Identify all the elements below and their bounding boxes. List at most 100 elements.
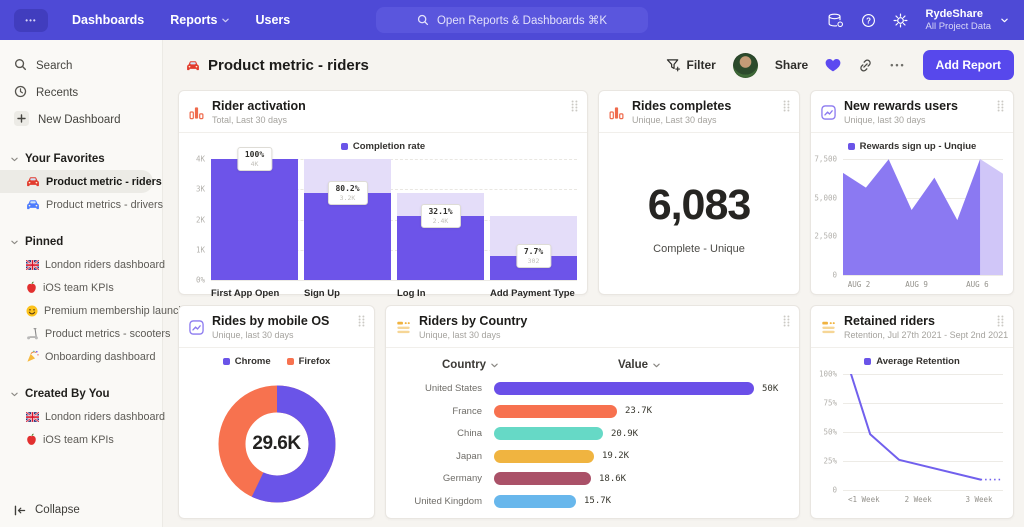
card-subtitle: Unique, last 30 days [212,330,294,340]
copy-link-icon[interactable] [858,58,873,73]
sidebar-item-product-metrics-scooters[interactable]: Product metrics - scooters [0,322,170,345]
legend-item: Firefox [286,356,330,367]
big-number: 6,083 [647,181,752,229]
collapse-icon [14,505,26,516]
country-value: 19.2K [602,451,630,461]
funnel-step-bar[interactable]: 100% 4K [211,147,298,280]
funnel-value-bar [304,192,391,280]
filter-label: Filter [686,58,716,72]
chevron-down-icon [11,392,18,397]
heart-icon [825,58,841,72]
menu-item-dashboards[interactable]: Dashboards [72,13,144,27]
sidebar-item-ios-team-kpis[interactable]: iOS team KPIs [0,276,162,299]
drag-handle-icon[interactable] [997,100,1004,112]
sidebar-new-dashboard[interactable]: New Dashboard [0,106,162,133]
global-search[interactable]: Open Reports & Dashboards ⌘K [376,7,648,33]
y-axis-tick: 4K [195,154,205,164]
donut-center-value: 29.6K [252,433,301,454]
sidebar-item-ios-team-kpis[interactable]: iOS team KPIs [0,428,162,451]
data-source-icon[interactable] [827,13,844,28]
settings-icon[interactable] [893,13,908,28]
card-retained-riders: Retained riders Retention, Jul 27th 2021… [810,305,1014,519]
y-axis-tick: 2,500 [814,231,837,241]
sidebar-item-onboarding-dashboard[interactable]: Onboarding dashboard [0,345,162,368]
legend-item: Average Retention [864,356,960,367]
sidebar-section-header[interactable]: Pinned [0,231,162,253]
country-value: 20.9K [611,428,639,439]
plus-icon [14,110,29,129]
drag-handle-icon[interactable] [783,100,790,112]
country-row[interactable]: Germany 18.6K [398,469,787,488]
menu-item-users[interactable]: Users [255,13,290,27]
x-axis-label: First App Open [211,288,280,299]
share-button[interactable]: Share [775,58,808,72]
sidebar-section-header[interactable]: Created By You [0,383,162,405]
workspace-subtitle: All Project Data [925,20,991,32]
sidebar-sections: Your Favorites Product metric - riders Pro… [0,148,184,451]
value-column-header[interactable]: Value [618,359,660,371]
sidebar-item-london-riders-dashboard[interactable]: London riders dashboard [0,253,165,276]
sidebar-item-london-riders-dashboard[interactable]: London riders dashboard [0,405,165,428]
drag-handle-icon[interactable] [358,315,365,327]
more-options-button[interactable]: ••• [890,60,905,70]
chevron-down-icon [491,363,498,368]
donut-chart[interactable]: 29.6K [215,382,339,506]
gridline [843,275,1003,276]
country-row[interactable]: Japan 19.2K [398,447,787,466]
funnel-columns: 100% 4K 80.2% 3.2K 32.1% 2.4K 7.7% 302 [211,147,577,280]
sidebar-item-product-metric-riders[interactable]: Product metric - riders [0,170,162,193]
country-row[interactable]: China 20.9K [398,424,787,443]
caret-down-icon [1001,18,1008,23]
country-bar [494,494,576,508]
add-report-button[interactable]: Add Report [922,50,1014,80]
menu-item-reports[interactable]: Reports [170,13,230,27]
x-axis-tick: AUG 6 [966,280,989,289]
funnel-step-bar[interactable]: 80.2% 3.2K [304,159,391,280]
country-label: China [457,428,482,439]
card-title: Rides by mobile OS [212,314,330,328]
legend-swatch [286,357,294,365]
sidebar-item-label: Product metrics - drivers [46,198,163,211]
country-column-header[interactable]: Country [442,359,498,371]
sidebar-section-header[interactable]: Your Favorites [0,148,162,170]
workspace-switcher[interactable]: RydeShare All Project Data [926,8,1008,33]
y-axis-tick: 25% [823,456,837,466]
x-axis-tick: AUG 2 [847,280,871,289]
country-row[interactable]: United Kingdom 15.7K [398,492,787,511]
drag-handle-icon[interactable] [571,100,578,112]
chevron-down-icon [11,240,18,245]
country-table-headers: Country Value [386,359,799,379]
country-value: 23.7K [625,406,653,416]
favorite-heart-icon[interactable] [825,58,841,72]
country-label: France [452,405,482,417]
drag-handle-icon[interactable] [783,315,790,327]
y-axis-tick: 50% [823,427,837,437]
filter-button[interactable]: Filter [666,58,716,72]
sidebar-item-premium-membership-launch[interactable]: Premium membership launch [0,299,184,322]
link-icon [858,58,873,73]
apple-icon [26,433,37,446]
scooter-icon [26,327,39,340]
y-axis-tick: 7,500 [814,154,837,164]
funnel-label: 100% 4K [236,147,273,171]
app-logo[interactable]: ••• [14,8,48,32]
help-icon[interactable]: ? [861,13,876,28]
navbar-right: ? RydeShare All Project Data [827,8,1008,33]
country-row[interactable]: United States 50K [398,379,787,398]
funnel-step-bar[interactable]: 7.7% 302 [490,159,577,280]
y-axis-tick: 5,000 [814,193,837,203]
chevron-down-icon [222,18,230,23]
sidebar-recents[interactable]: Recents [0,79,162,106]
drag-handle-icon[interactable] [997,315,1004,327]
collapse-button[interactable]: Collapse [14,504,80,516]
funnel-label-value: 302 [527,256,540,265]
country-bar [494,472,591,485]
sidebar-search[interactable]: Search [0,52,162,79]
country-row[interactable]: France 23.7K [398,402,787,421]
y-axis-tick: 0 [832,485,837,495]
legend-swatch [222,357,230,365]
sidebar-item-product-metrics-drivers[interactable]: Product metrics - drivers [0,193,163,216]
user-avatar[interactable] [732,52,758,78]
funnel-step-bar[interactable]: 32.1% 2.4K [397,159,484,280]
funnel-label-value: 3.2K [339,193,356,202]
